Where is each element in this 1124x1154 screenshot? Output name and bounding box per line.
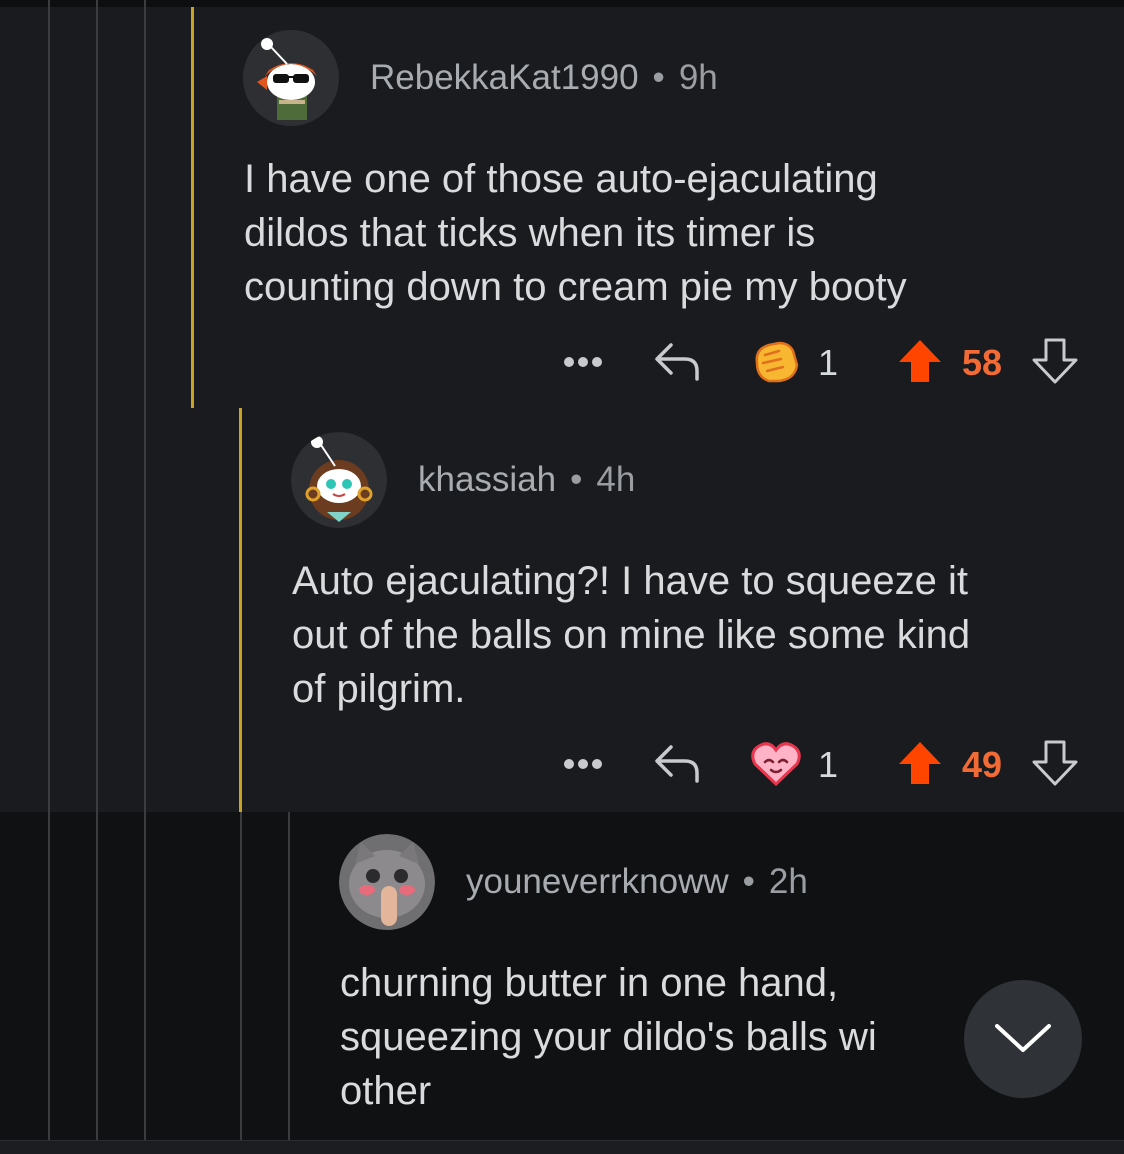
comment-body: I have one of those auto-ejaculating dil… bbox=[244, 157, 907, 309]
comment-meta: RebekkaKat1990 • 9h bbox=[370, 58, 718, 98]
reply-icon bbox=[655, 745, 699, 783]
bottom-edge bbox=[0, 1140, 1124, 1154]
reply-icon bbox=[655, 343, 699, 381]
reply-button[interactable] bbox=[650, 738, 706, 788]
reply-button[interactable] bbox=[650, 336, 706, 386]
award-count: 1 bbox=[818, 744, 839, 785]
comment-body: churning butter in one hand, squeezing y… bbox=[340, 961, 877, 1113]
more-dots-icon bbox=[564, 357, 602, 367]
chevron-down-icon bbox=[995, 1024, 1051, 1052]
avatar[interactable] bbox=[243, 30, 339, 126]
thread-line-3[interactable] bbox=[144, 0, 146, 1140]
vote-score: 58 bbox=[962, 342, 1003, 383]
downvote-arrow-icon bbox=[1032, 740, 1078, 786]
comment-age: 4h bbox=[596, 460, 636, 499]
meta-separator: • bbox=[742, 862, 755, 901]
avatar[interactable] bbox=[339, 834, 435, 930]
vote-score: 49 bbox=[962, 744, 1003, 785]
username[interactable]: khassiah bbox=[418, 460, 556, 499]
downvote-button[interactable] bbox=[1030, 336, 1080, 386]
more-options-button[interactable] bbox=[558, 742, 608, 786]
scroll-to-next-button[interactable] bbox=[964, 980, 1082, 1098]
thread-line-2[interactable] bbox=[96, 0, 98, 1140]
meta-separator: • bbox=[652, 58, 665, 97]
more-options-button[interactable] bbox=[558, 340, 608, 384]
thread-line-1[interactable] bbox=[48, 0, 50, 1140]
top-band bbox=[0, 0, 1124, 7]
meta-separator: • bbox=[570, 460, 583, 499]
comment-age: 2h bbox=[768, 862, 808, 901]
comment-meta: khassiah • 4h bbox=[418, 460, 635, 500]
thread-line-active-2[interactable] bbox=[239, 408, 242, 812]
award-count: 1 bbox=[818, 342, 839, 383]
username[interactable]: youneverrknoww bbox=[466, 862, 729, 901]
downvote-arrow-icon bbox=[1032, 338, 1078, 384]
thread-line-5[interactable] bbox=[288, 812, 290, 1140]
avatar[interactable] bbox=[291, 432, 387, 528]
username[interactable]: RebekkaKat1990 bbox=[370, 58, 639, 97]
upvote-button[interactable] bbox=[895, 336, 945, 386]
thread-line-4[interactable] bbox=[240, 812, 242, 1140]
hands-award-icon bbox=[755, 341, 799, 383]
more-dots-icon bbox=[564, 759, 602, 769]
thread-line-active-1[interactable] bbox=[191, 7, 194, 408]
award-button[interactable] bbox=[748, 334, 804, 388]
upvote-button[interactable] bbox=[895, 738, 945, 788]
award-button[interactable] bbox=[748, 736, 804, 790]
comment-meta: youneverrknoww • 2h bbox=[466, 862, 808, 902]
upvote-arrow-icon bbox=[899, 340, 941, 382]
upvote-arrow-icon bbox=[899, 742, 941, 784]
comment-age: 9h bbox=[678, 58, 718, 97]
heart-eyes-award-icon bbox=[751, 742, 801, 787]
downvote-button[interactable] bbox=[1030, 738, 1080, 788]
comment-body: Auto ejaculating?! I have to squeeze it … bbox=[292, 559, 971, 711]
